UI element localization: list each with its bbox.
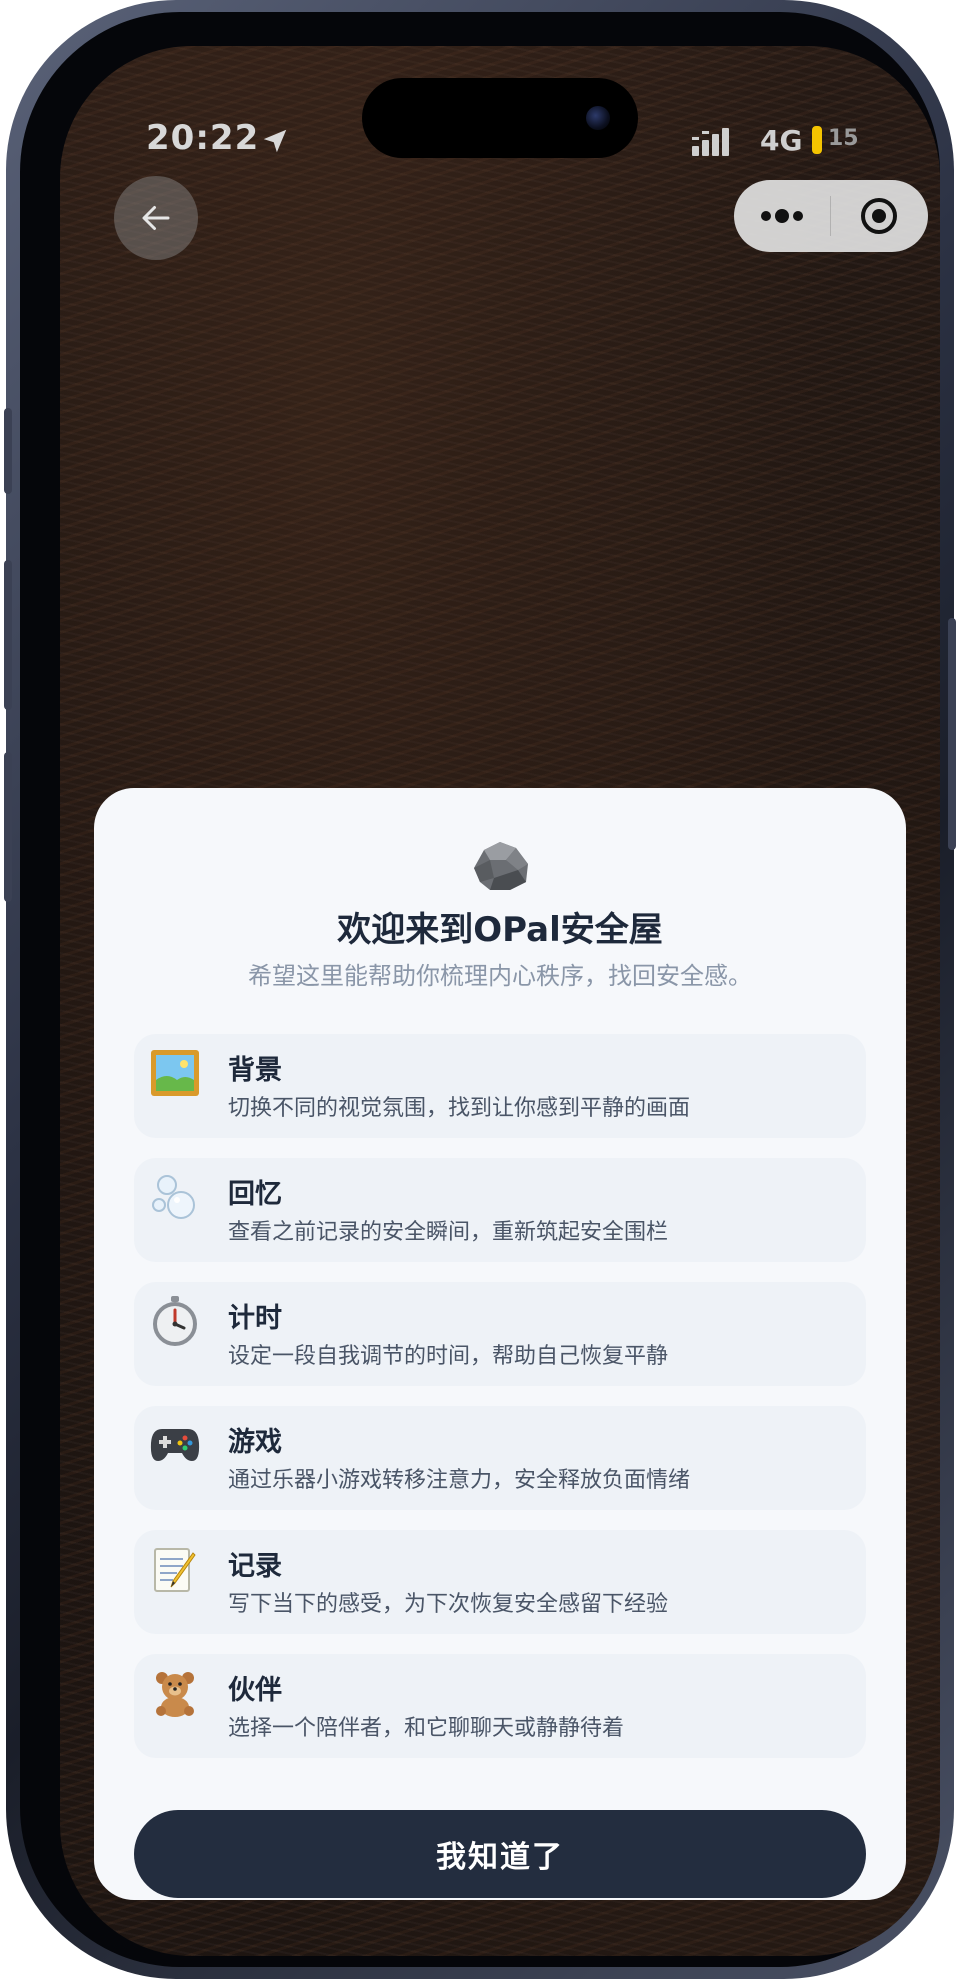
feature-title: 伙伴 [228, 1675, 282, 1706]
app-screen: 20:22 4G 15 欢迎来到OPal安全屋 希望这里能帮助你梳理内心秩序，找… [60, 46, 940, 1956]
rock-icon [474, 842, 528, 890]
volume-down-button [4, 752, 12, 902]
feature-desc: 通过乐器小游戏转移注意力，安全释放负面情绪 [228, 1468, 691, 1493]
phone-bezel: 20:22 4G 15 欢迎来到OPal安全屋 希望这里能帮助你梳理内心秩序，找… [20, 12, 940, 1967]
action-button [4, 408, 12, 494]
front-camera [586, 106, 610, 130]
memo-icon [150, 1544, 200, 1594]
feature-item-memories: 回忆 查看之前记录的安全瞬间，重新筑起安全围栏 [134, 1158, 866, 1262]
feature-desc: 查看之前记录的安全瞬间，重新筑起安全围栏 [228, 1220, 669, 1245]
feature-desc: 切换不同的视觉氛围，找到让你感到平静的画面 [228, 1096, 691, 1121]
feature-item-journal: 记录 写下当下的感受，为下次恢复安全感留下经验 [134, 1530, 866, 1634]
signal-bars-icon [692, 128, 729, 156]
phone-frame: 20:22 4G 15 欢迎来到OPal安全屋 希望这里能帮助你梳理内心秩序，找… [4, 0, 956, 1979]
battery-level: 15 [828, 126, 859, 151]
arrow-left-icon [142, 206, 170, 230]
more-dots-icon [761, 209, 803, 223]
volume-up-button [4, 560, 12, 710]
network-label: 4G [760, 124, 803, 157]
feature-item-companion: 伙伴 选择一个陪伴者，和它聊聊天或静静待着 [134, 1654, 866, 1758]
exit-button[interactable] [831, 180, 927, 252]
feature-desc: 设定一段自我调节的时间，帮助自己恢复平静 [228, 1344, 669, 1369]
location-arrow-icon [263, 129, 287, 153]
feature-title: 记录 [228, 1551, 282, 1582]
back-button[interactable] [114, 176, 198, 260]
more-button[interactable] [734, 180, 830, 252]
feature-title: 游戏 [228, 1427, 282, 1458]
bubbles-icon [150, 1172, 200, 1222]
gamepad-icon [150, 1420, 200, 1470]
target-circle-icon [861, 198, 897, 234]
feature-title: 背景 [228, 1055, 282, 1086]
teddy-bear-icon [150, 1668, 200, 1718]
feature-item-background: 背景 切换不同的视觉氛围，找到让你感到平静的画面 [134, 1034, 866, 1138]
stopwatch-icon [150, 1296, 200, 1346]
status-time: 20:22 [146, 118, 260, 158]
feature-item-games: 游戏 通过乐器小游戏转移注意力，安全释放负面情绪 [134, 1406, 866, 1510]
dialog-subtitle: 希望这里能帮助你梳理内心秩序，找回安全感。 [248, 962, 752, 990]
feature-desc: 写下当下的感受，为下次恢复安全感留下经验 [228, 1592, 669, 1617]
mini-program-capsule [734, 180, 928, 252]
dynamic-island [362, 78, 638, 158]
side-button [948, 618, 956, 850]
dialog-title: 欢迎来到OPal安全屋 [337, 910, 663, 950]
framed-picture-icon [150, 1048, 200, 1098]
feature-title: 计时 [228, 1303, 282, 1334]
battery-low-icon [812, 126, 822, 154]
feature-title: 回忆 [228, 1179, 282, 1210]
got-it-button[interactable]: 我知道了 [134, 1810, 866, 1898]
feature-item-timer: 计时 设定一段自我调节的时间，帮助自己恢复平静 [134, 1282, 866, 1386]
feature-desc: 选择一个陪伴者，和它聊聊天或静静待着 [228, 1716, 625, 1741]
welcome-dialog: 欢迎来到OPal安全屋 希望这里能帮助你梳理内心秩序，找回安全感。 背景 切换不… [94, 788, 906, 1900]
